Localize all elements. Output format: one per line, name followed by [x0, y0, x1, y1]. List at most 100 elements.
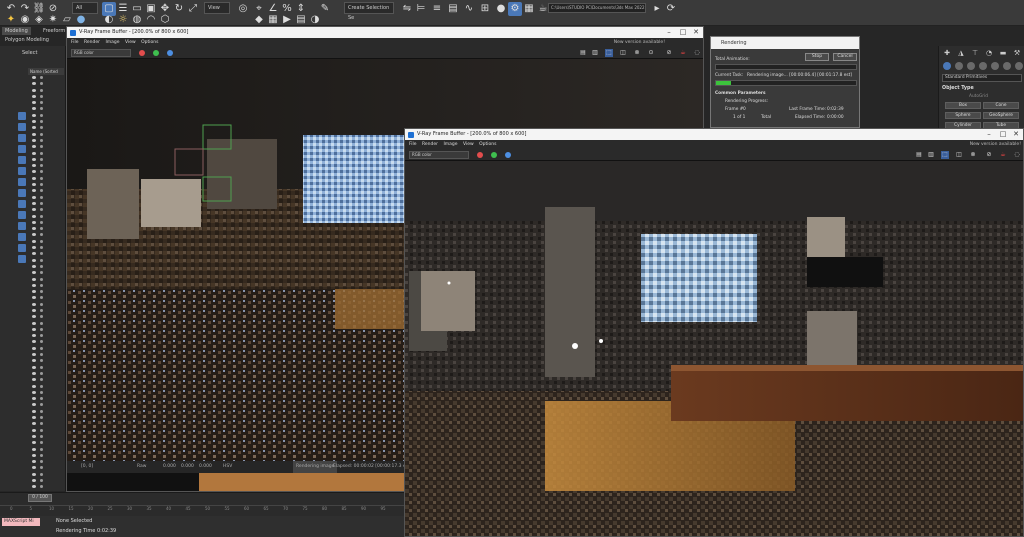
- scene-explorer-mode[interactable]: Select: [22, 50, 37, 56]
- visibility-icon[interactable]: [32, 157, 36, 161]
- visibility-icon[interactable]: [32, 416, 36, 420]
- blue-channel-icon[interactable]: [167, 50, 173, 56]
- freeze-icon[interactable]: [40, 479, 43, 482]
- freeze-icon[interactable]: [40, 434, 43, 438]
- freeze-icon[interactable]: [40, 365, 43, 369]
- load-image-icon[interactable]: ▥: [927, 151, 935, 159]
- visibility-icon[interactable]: [32, 315, 36, 319]
- render-frame-icon[interactable]: ▦: [522, 2, 536, 16]
- freeze-icon[interactable]: [40, 397, 43, 401]
- cancel-button[interactable]: Cancel: [833, 53, 857, 61]
- visibility-icon[interactable]: [32, 441, 36, 445]
- close-icon[interactable]: ✕: [690, 27, 702, 38]
- systems-icon[interactable]: [1015, 62, 1023, 70]
- explorer-tool-icon[interactable]: [18, 189, 26, 197]
- scene-list-header[interactable]: Name (Sorted: [28, 68, 64, 75]
- freeze-icon[interactable]: [40, 189, 43, 193]
- freeze-icon[interactable]: [40, 252, 43, 256]
- visibility-icon[interactable]: [32, 120, 36, 124]
- freeze-icon[interactable]: [40, 113, 43, 117]
- explorer-tool-icon[interactable]: [18, 233, 26, 241]
- red-channel-icon[interactable]: [477, 152, 483, 158]
- channel-dropdown[interactable]: RGB color: [71, 49, 131, 57]
- visibility-icon[interactable]: [32, 145, 36, 149]
- vray-proxy-icon[interactable]: ◈: [32, 13, 46, 27]
- visibility-icon[interactable]: [32, 460, 36, 464]
- project-path-field[interactable]: C:\Users\STUDIO PC\Documents\3ds Max 202…: [548, 3, 646, 13]
- visibility-icon[interactable]: [32, 290, 36, 294]
- freeze-icon[interactable]: [40, 422, 43, 426]
- autogrid-checkbox[interactable]: AutoGrid: [969, 94, 988, 99]
- interactive-icon[interactable]: ◌: [693, 49, 701, 57]
- geometry-icon[interactable]: [943, 62, 951, 70]
- visibility-icon[interactable]: [32, 239, 36, 243]
- minimize-icon[interactable]: –: [983, 129, 995, 140]
- vray-vfb-icon[interactable]: ▦: [266, 13, 280, 27]
- region-render-icon[interactable]: ⬚: [605, 49, 613, 57]
- freeze-icon[interactable]: [40, 132, 43, 136]
- vray-scene-icon[interactable]: ⬡: [158, 13, 172, 27]
- freeze-icon[interactable]: [40, 277, 43, 281]
- visibility-icon[interactable]: [32, 485, 36, 489]
- visibility-icon[interactable]: [32, 258, 36, 262]
- render-viewport-front[interactable]: [405, 161, 1023, 536]
- freeze-icon[interactable]: [40, 340, 43, 344]
- visibility-icon[interactable]: [32, 195, 36, 199]
- vfb-titlebar[interactable]: V-Ray Frame Buffer - [200.0% of 800 x 60…: [405, 129, 1023, 140]
- visibility-icon[interactable]: [32, 132, 36, 136]
- freeze-icon[interactable]: [40, 208, 43, 212]
- freeze-icon[interactable]: [40, 107, 43, 111]
- green-channel-icon[interactable]: [491, 152, 497, 158]
- explorer-tool-icon[interactable]: [18, 156, 26, 164]
- visibility-icon[interactable]: [32, 183, 36, 187]
- visibility-icon[interactable]: [32, 246, 36, 250]
- freeze-icon[interactable]: [40, 290, 43, 294]
- tab-polygon-modeling[interactable]: Polygon Modeling: [2, 36, 52, 44]
- visibility-icon[interactable]: [32, 126, 36, 130]
- freeze-icon[interactable]: [40, 145, 43, 149]
- visibility-icon[interactable]: [32, 170, 36, 174]
- compare-icon[interactable]: ◫: [619, 49, 627, 57]
- cone-button[interactable]: Cone: [983, 102, 1019, 109]
- geosphere-button[interactable]: GeoSphere: [983, 112, 1019, 119]
- freeze-icon[interactable]: [40, 308, 43, 312]
- visibility-icon[interactable]: [32, 277, 36, 281]
- menu-options[interactable]: Options: [141, 38, 158, 47]
- visibility-icon[interactable]: [32, 353, 36, 357]
- tab-modeling[interactable]: Modeling: [2, 27, 31, 35]
- visibility-icon[interactable]: [32, 308, 36, 312]
- track-bar[interactable]: 0 5 10 15 20 25 30 35 40 45 50 55 60 65 70 75 80 85 90 95: [0, 505, 404, 515]
- visibility-icon[interactable]: [32, 453, 36, 457]
- visibility-icon[interactable]: [32, 189, 36, 193]
- explorer-tool-icon[interactable]: [18, 211, 26, 219]
- vray-lister-icon[interactable]: ▤: [294, 13, 308, 27]
- visibility-icon[interactable]: [32, 101, 36, 105]
- freeze-icon[interactable]: [40, 460, 43, 464]
- visibility-icon[interactable]: [32, 220, 36, 224]
- save-image-icon[interactable]: ▤: [579, 49, 587, 57]
- clear-image-icon[interactable]: ⊗: [969, 151, 977, 159]
- explorer-tool-icon[interactable]: [18, 244, 26, 252]
- explorer-tool-icon[interactable]: [18, 178, 26, 186]
- object-type-rollout[interactable]: Object Type: [942, 86, 974, 91]
- freeze-icon[interactable]: [40, 176, 43, 180]
- visibility-icon[interactable]: [32, 252, 36, 256]
- close-icon[interactable]: ✕: [1010, 129, 1022, 140]
- freeze-icon[interactable]: [40, 378, 43, 382]
- visibility-icon[interactable]: [32, 264, 36, 268]
- visibility-icon[interactable]: [32, 384, 36, 388]
- align-icon[interactable]: ⊨: [414, 2, 428, 16]
- material-editor-icon[interactable]: ●: [494, 2, 508, 16]
- create-tab-icon[interactable]: ✚: [943, 49, 951, 57]
- layer-explorer-icon[interactable]: ≡: [430, 2, 444, 16]
- visibility-icon[interactable]: [32, 371, 36, 375]
- menu-render[interactable]: Render: [84, 38, 100, 47]
- visibility-icon[interactable]: [32, 113, 36, 117]
- freeze-icon[interactable]: [40, 271, 43, 275]
- freeze-icon[interactable]: [40, 82, 43, 86]
- green-channel-icon[interactable]: [153, 50, 159, 56]
- freeze-icon[interactable]: [40, 201, 43, 205]
- visibility-icon[interactable]: [32, 346, 36, 350]
- visibility-icon[interactable]: [32, 428, 36, 432]
- menu-options[interactable]: Options: [479, 140, 496, 149]
